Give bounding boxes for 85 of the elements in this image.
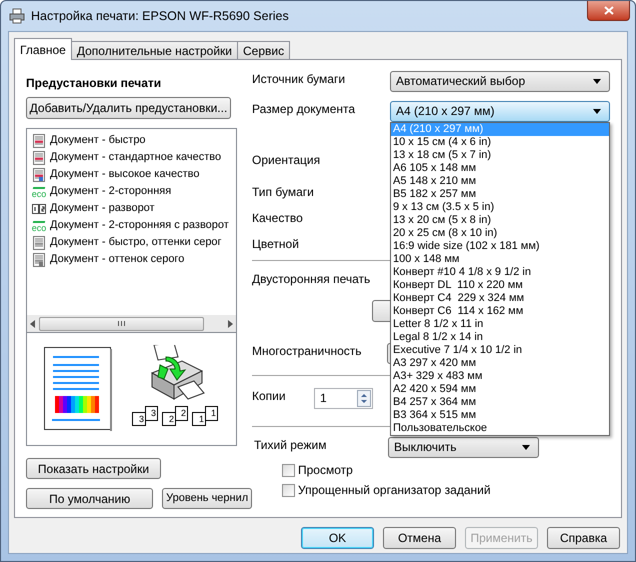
preset-item[interactable]: Документ - быстро [50, 132, 146, 149]
dropdown-option[interactable]: Letter 8 1/2 x 11 in [391, 318, 609, 330]
tab[interactable]: Дополнительные настройки [70, 41, 238, 59]
preset-item[interactable]: Документ - 2-сторонняя с разворот [50, 217, 229, 234]
dropdown-option[interactable]: 13 x 18 см (5 x 7 in) [391, 148, 609, 162]
document-icon [33, 252, 45, 266]
dropdown-option[interactable]: Executive 7 1/4 x 10 1/2 in [391, 344, 609, 356]
document-icon [33, 168, 45, 182]
scrollbar-thumb[interactable] [39, 316, 204, 330]
dropdown-option[interactable]: B4 257 x 364 мм [391, 396, 609, 408]
field-label: Размер документа [252, 101, 356, 118]
defaults-button[interactable]: По умолчанию [26, 488, 154, 509]
caret-icon [593, 78, 601, 84]
dialog-button[interactable]: Отмена [383, 527, 456, 549]
close-icon [604, 6, 614, 15]
page-number: 3 [132, 412, 146, 426]
dropdown-option[interactable]: B5 182 x 257 мм [391, 188, 609, 200]
field-label: Цветной [252, 236, 299, 253]
dropdown-option[interactable]: 20 x 25 см (8 x 10 in) [391, 226, 609, 240]
dropdown-option[interactable]: 13 x 20 см (5 x 8 in) [391, 214, 609, 226]
field-label: Ориентация [252, 152, 320, 169]
dropdown-option[interactable]: Legal 8 1/2 x 14 in [391, 330, 609, 344]
scroll-right-icon [228, 320, 233, 328]
tab[interactable]: Сервис [237, 41, 290, 59]
dropdown-option[interactable]: 16:9 wide size (102 x 181 мм) [391, 240, 609, 252]
dropdown-option[interactable]: A3+ 329 x 483 мм [391, 370, 609, 382]
dialog-button[interactable]: Справка [547, 527, 620, 549]
dropdown-option[interactable]: B3 364 x 515 мм [391, 408, 609, 422]
dropdown-option[interactable]: A6 105 x 148 мм [391, 162, 609, 174]
page-number: 2 [175, 406, 188, 421]
preset-item[interactable]: Документ - стандартное качество [50, 149, 222, 166]
dropdown-option[interactable]: Пользовательское [391, 422, 609, 434]
preset-item[interactable]: Документ - быстро, оттенки серог [50, 234, 222, 251]
copies-spinner[interactable]: 1 [314, 388, 373, 408]
dropdown-option[interactable]: Конверт C4 229 x 324 мм [391, 292, 609, 304]
page-number: 1 [192, 412, 206, 426]
caret-icon [593, 108, 601, 114]
preset-item[interactable]: Документ - высокое качество [50, 166, 200, 183]
page-number: 1 [205, 406, 218, 421]
add-remove-presets-button[interactable]: Добавить/Удалить предустановки... [26, 97, 231, 119]
printer-icon [9, 8, 25, 24]
dropdown-option[interactable]: A3 297 x 420 мм [391, 356, 609, 370]
field-label: Тихий режим [253, 437, 328, 454]
dropdown-select[interactable]: A4 (210 x 297 мм) [390, 100, 610, 122]
preset-item[interactable]: Документ - 2-сторонняя [50, 183, 172, 200]
document-icon [33, 150, 45, 164]
dropdown-option[interactable]: 100 x 148 мм [391, 252, 609, 266]
field-label: Тип бумаги [252, 184, 314, 201]
grip-icon [118, 321, 125, 326]
field-label: Копии [252, 388, 287, 405]
checkbox-label: Упрощенный организатор заданий [298, 482, 491, 499]
field-label: Многостраничность [252, 343, 363, 360]
field-label: Двусторонняя печать [252, 271, 370, 288]
field-label: Качество [252, 210, 303, 227]
page-number: 3 [145, 406, 158, 421]
dropdown-option[interactable]: Конверт C6 114 x 162 мм [391, 304, 609, 318]
ink-level-button[interactable]: Уровень чернил [162, 488, 252, 509]
dropdown-option[interactable]: Конверт DL 110 x 220 мм [391, 278, 609, 292]
show-settings-button[interactable]: Показать настройки [26, 458, 161, 479]
document-icon [33, 134, 45, 148]
two-pages-icon [32, 204, 46, 214]
window-title: Настройка печати: EPSON WF-R5690 Series [31, 8, 289, 25]
dropdown-option[interactable]: 10 x 15 см (4 x 6 in) [391, 136, 609, 148]
checkbox-label: Просмотр [298, 462, 353, 479]
preset-item[interactable]: Документ - разворот [50, 200, 155, 217]
dropdown-select[interactable]: Выключить [388, 436, 539, 458]
caret-icon [522, 444, 530, 450]
dialog-button[interactable]: OK [301, 527, 374, 549]
horizontal-scrollbar[interactable] [27, 315, 236, 332]
dropdown-select[interactable]: Автоматический выбор [390, 70, 610, 92]
spin-arrows-icon [357, 390, 371, 406]
document-icon [33, 236, 45, 250]
checkbox[interactable] [282, 464, 295, 476]
section-title: Предустановки печати [26, 75, 162, 90]
dropdown-option[interactable]: 9 x 13 см (3.5 x 5 in) [391, 200, 609, 214]
tab[interactable]: Главное [14, 38, 72, 60]
page-number: 2 [162, 412, 176, 426]
close-button[interactable] [587, 1, 630, 21]
scroll-left-icon [30, 320, 35, 328]
dropdown-option[interactable]: A5 148 x 210 мм [391, 174, 609, 188]
dropdown-option[interactable]: Конверт #10 4 1/8 x 9 1/2 in [391, 266, 609, 278]
preset-item[interactable]: Документ - оттенок серого [50, 251, 184, 268]
dropdown-option[interactable]: A2 420 x 594 мм [391, 382, 609, 396]
field-label: Источник бумаги [252, 71, 346, 88]
checkbox[interactable] [282, 484, 295, 496]
